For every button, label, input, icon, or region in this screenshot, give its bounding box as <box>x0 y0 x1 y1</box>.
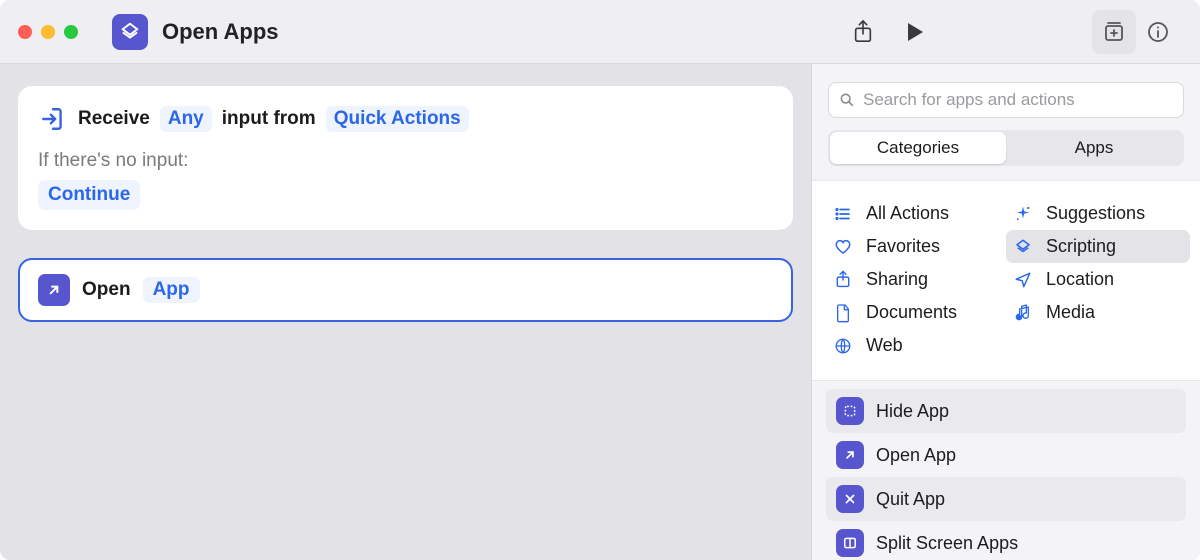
action-open-app-card[interactable]: Open App <box>18 258 793 322</box>
page-title: Open Apps <box>162 19 279 45</box>
info-button[interactable] <box>1136 10 1180 54</box>
split-screen-icon <box>836 529 864 557</box>
music-icon <box>1012 303 1034 323</box>
window-controls <box>18 25 78 39</box>
library-button[interactable] <box>1092 10 1136 54</box>
category-scripting[interactable]: Scripting <box>1006 230 1190 263</box>
category-web[interactable]: Web <box>812 329 1006 362</box>
action-item-quit-app[interactable]: Quit App <box>826 477 1186 521</box>
segment-categories[interactable]: Categories <box>830 132 1006 164</box>
fullscreen-window-button[interactable] <box>64 25 78 39</box>
open-app-action-icon <box>38 274 70 306</box>
share-icon <box>832 270 854 290</box>
action-item-label: Hide App <box>876 401 949 422</box>
open-app-icon <box>836 441 864 469</box>
category-label: Location <box>1046 269 1114 290</box>
categories-panel: All Actions Favorites Shar <box>812 180 1200 381</box>
category-favorites[interactable]: Favorites <box>812 230 1006 263</box>
window: Open Apps <box>0 0 1200 560</box>
heart-icon <box>832 238 854 256</box>
search-icon <box>839 92 855 108</box>
hide-app-icon <box>836 397 864 425</box>
action-item-label: Split Screen Apps <box>876 533 1018 554</box>
category-label: Documents <box>866 302 957 323</box>
close-window-button[interactable] <box>18 25 32 39</box>
titlebar: Open Apps <box>0 0 1200 64</box>
input-icon <box>38 104 68 134</box>
segment-apps[interactable]: Apps <box>1006 132 1182 164</box>
no-input-behavior-token[interactable]: Continue <box>38 180 140 210</box>
quit-app-icon <box>836 485 864 513</box>
scripting-icon <box>1012 238 1034 256</box>
shortcuts-app-icon <box>112 14 148 50</box>
input-configuration-card[interactable]: Receive Any input from Quick Actions If … <box>18 86 793 230</box>
category-location[interactable]: Location <box>1006 263 1200 296</box>
content-area: Receive Any input from Quick Actions If … <box>0 64 1200 560</box>
category-media[interactable]: Media <box>1006 296 1200 329</box>
category-label: Sharing <box>866 269 928 290</box>
category-label: Web <box>866 335 903 356</box>
sparkle-icon <box>1012 205 1034 223</box>
toolbar-buttons <box>841 10 937 54</box>
action-item-split-screen[interactable]: Split Screen Apps <box>826 521 1186 560</box>
receive-row: Receive Any input from Quick Actions <box>38 104 773 134</box>
share-button[interactable] <box>841 10 885 54</box>
action-item-open-app[interactable]: Open App <box>826 433 1186 477</box>
action-app-token[interactable]: App <box>143 277 200 303</box>
action-item-label: Quit App <box>876 489 945 510</box>
document-icon <box>832 303 854 323</box>
action-open-label: Open <box>82 279 131 301</box>
location-icon <box>1012 271 1034 289</box>
category-suggestions[interactable]: Suggestions <box>1006 197 1200 230</box>
category-label: All Actions <box>866 203 949 224</box>
list-icon <box>832 205 854 223</box>
globe-icon <box>832 337 854 355</box>
run-button[interactable] <box>893 10 937 54</box>
input-type-token[interactable]: Any <box>160 106 212 132</box>
minimize-window-button[interactable] <box>41 25 55 39</box>
sidebar-toolbar <box>937 10 1180 54</box>
actions-list: Hide App Open App Quit App <box>812 381 1200 560</box>
library-sidebar: Categories Apps All Actions <box>812 64 1200 560</box>
search-input[interactable] <box>863 90 1173 110</box>
input-source-token[interactable]: Quick Actions <box>326 106 469 132</box>
library-segmented-control: Categories Apps <box>828 130 1184 166</box>
category-label: Scripting <box>1046 236 1116 257</box>
category-label: Favorites <box>866 236 940 257</box>
category-label: Suggestions <box>1046 203 1145 224</box>
no-input-label: If there's no input: <box>38 150 773 172</box>
action-item-label: Open App <box>876 445 956 466</box>
workflow-canvas[interactable]: Receive Any input from Quick Actions If … <box>0 64 812 560</box>
category-documents[interactable]: Documents <box>812 296 1006 329</box>
category-label: Media <box>1046 302 1095 323</box>
search-field[interactable] <box>828 82 1184 118</box>
input-from-label: input from <box>222 108 316 130</box>
receive-label: Receive <box>78 108 150 130</box>
category-sharing[interactable]: Sharing <box>812 263 1006 296</box>
category-all-actions[interactable]: All Actions <box>812 197 1006 230</box>
action-item-hide-app[interactable]: Hide App <box>826 389 1186 433</box>
